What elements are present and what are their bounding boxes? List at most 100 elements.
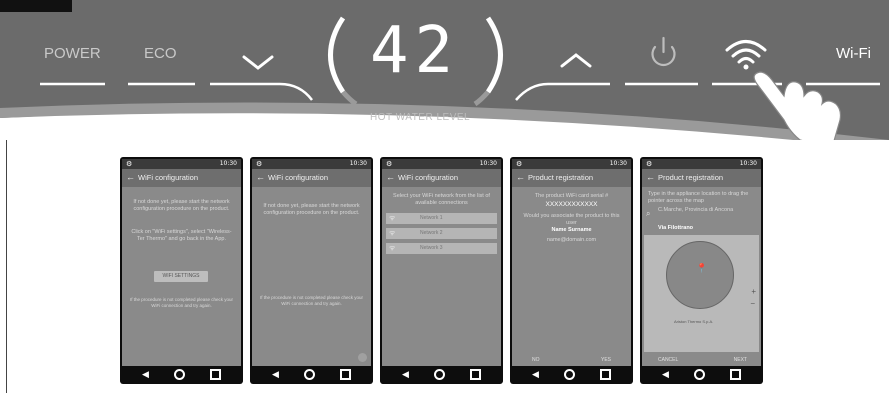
- nav-back-icon[interactable]: ◀: [272, 369, 279, 380]
- screen-content: If not done yet, please start the networ…: [252, 187, 371, 366]
- phone-screen-3: ⚙ 10:30 ← WiFi configuration Select your…: [380, 157, 503, 384]
- status-bar: ⚙ 10:30: [252, 159, 371, 169]
- app-bar: ← WiFi configuration: [252, 169, 371, 187]
- serial-text: The product WiFi card serial #: [534, 193, 609, 199]
- screen-content: If not done yet, please start the networ…: [122, 187, 241, 366]
- eco-label[interactable]: ECO: [144, 45, 177, 62]
- screen-content: Type in the appliance location to drag t…: [642, 187, 761, 366]
- nav-bar: ◀: [252, 366, 371, 382]
- app-title: WiFi configuration: [398, 173, 459, 182]
- phone-screen-4: ⚙ 10:30 ← Product registration The produ…: [510, 157, 633, 384]
- map-area[interactable]: 📍 Ariston Thermo S.p.A. + −: [644, 235, 759, 352]
- nav-back-icon[interactable]: ◀: [662, 369, 669, 380]
- instruction-text: If not done yet, please start the networ…: [133, 199, 230, 212]
- network-name: Network 3: [420, 245, 443, 251]
- status-time: 10:30: [739, 160, 757, 167]
- nav-recents-icon[interactable]: [470, 369, 481, 380]
- instruction-text: Type in the appliance location to drag t…: [648, 191, 749, 204]
- water-level-display: 42: [370, 14, 460, 88]
- phone-screen-1: ⚙ 10:30 ← WiFi configuration If not done…: [120, 157, 243, 384]
- search-icon: ⌕: [646, 209, 651, 218]
- network-item[interactable]: ᯤ Network 3: [386, 243, 497, 254]
- nav-recents-icon[interactable]: [340, 369, 351, 380]
- status-icons-left: ⚙: [126, 160, 133, 168]
- status-time: 10:30: [479, 160, 497, 167]
- left-divider: [6, 140, 7, 393]
- status-bar: ⚙ 10:30: [642, 159, 761, 169]
- nav-back-icon[interactable]: ◀: [142, 369, 149, 380]
- app-title: Product registration: [658, 173, 724, 182]
- status-bar: ⚙ 10:30: [382, 159, 501, 169]
- no-button[interactable]: NO: [532, 357, 540, 363]
- wifi-icon: ᯤ: [389, 230, 396, 237]
- wifi-label[interactable]: Wi-Fi: [836, 45, 871, 62]
- location-text: C.Marche, Provincia di Ancona: [658, 207, 734, 213]
- nav-bar: ◀: [512, 366, 631, 382]
- wifi-icon: ᯤ: [389, 215, 396, 222]
- back-arrow-icon[interactable]: ←: [386, 172, 395, 182]
- nav-back-icon[interactable]: ◀: [402, 369, 409, 380]
- display-caption: HOT WATER LEVEL: [370, 112, 471, 123]
- status-icons-left: ⚙: [256, 160, 263, 168]
- wifi-settings-button[interactable]: WIFI SETTINGS: [154, 271, 208, 282]
- step-badge: [0, 0, 72, 12]
- back-arrow-icon[interactable]: ←: [516, 172, 525, 182]
- app-title: WiFi configuration: [268, 173, 329, 182]
- back-arrow-icon[interactable]: ←: [646, 172, 655, 182]
- zoom-out-icon[interactable]: −: [750, 299, 755, 308]
- nav-home-icon[interactable]: [434, 369, 445, 380]
- app-bar: ← Product registration: [642, 169, 761, 187]
- power-label[interactable]: POWER: [44, 45, 101, 62]
- status-time: 10:30: [219, 160, 237, 167]
- settings-fab-icon[interactable]: [358, 353, 367, 362]
- nav-recents-icon[interactable]: [210, 369, 221, 380]
- network-item[interactable]: ᯤ Network 2: [386, 228, 497, 239]
- network-name: Network 2: [420, 230, 443, 236]
- next-button[interactable]: NEXT: [734, 357, 747, 363]
- instruction-text: If not done yet, please start the networ…: [263, 203, 360, 216]
- footer-text: If the procedure is not completed please…: [259, 295, 364, 306]
- status-icons-left: ⚙: [646, 160, 653, 168]
- map-pin-icon: 📍: [696, 263, 708, 273]
- status-icons-left: ⚙: [516, 160, 523, 168]
- status-bar: ⚙ 10:30: [122, 159, 241, 169]
- control-panel: POWER ECO 42 HOT WATER LEVEL Wi-Fi: [0, 0, 889, 140]
- app-bar: ← WiFi configuration: [122, 169, 241, 187]
- back-arrow-icon[interactable]: ←: [256, 172, 265, 182]
- app-bar: ← Product registration: [512, 169, 631, 187]
- status-time: 10:30: [349, 160, 367, 167]
- street-input[interactable]: Via Filottrano: [658, 225, 755, 232]
- nav-recents-icon[interactable]: [600, 369, 611, 380]
- associate-text: Would you associate the product to this …: [523, 213, 620, 226]
- instruction-text: Select your WiFi network from the list o…: [393, 193, 490, 206]
- nav-back-icon[interactable]: ◀: [532, 369, 539, 380]
- app-title: Product registration: [528, 173, 594, 182]
- user-email: name@domain.com: [546, 237, 597, 243]
- instruction-text: Click on "WiFi settings", select "Wirele…: [131, 229, 232, 242]
- screen-content: The product WiFi card serial # XXXXXXXXX…: [512, 187, 631, 366]
- nav-home-icon[interactable]: [694, 369, 705, 380]
- app-bar: ← WiFi configuration: [382, 169, 501, 187]
- nav-home-icon[interactable]: [304, 369, 315, 380]
- status-bar: ⚙ 10:30: [512, 159, 631, 169]
- nav-home-icon[interactable]: [174, 369, 185, 380]
- nav-bar: ◀: [382, 366, 501, 382]
- nav-home-icon[interactable]: [564, 369, 575, 380]
- back-arrow-icon[interactable]: ←: [126, 172, 135, 182]
- app-title: WiFi configuration: [138, 173, 199, 182]
- status-time: 10:30: [609, 160, 627, 167]
- phone-screen-5: ⚙ 10:30 ← Product registration Type in t…: [640, 157, 763, 384]
- wifi-icon: ᯤ: [389, 245, 396, 252]
- yes-button[interactable]: YES: [601, 357, 611, 363]
- status-icons-left: ⚙: [386, 160, 393, 168]
- cancel-button[interactable]: CANCEL: [658, 357, 678, 363]
- user-name: Name Surname: [551, 227, 592, 233]
- screen-content: Select your WiFi network from the list o…: [382, 187, 501, 366]
- map-radius-circle: [666, 241, 734, 309]
- nav-recents-icon[interactable]: [730, 369, 741, 380]
- network-name: Network 1: [420, 215, 443, 221]
- zoom-in-icon[interactable]: +: [751, 287, 756, 296]
- network-item[interactable]: ᯤ Network 1: [386, 213, 497, 224]
- footer-text: If the procedure is not completed please…: [129, 297, 234, 308]
- serial-number: XXXXXXXXXXXX: [545, 201, 598, 208]
